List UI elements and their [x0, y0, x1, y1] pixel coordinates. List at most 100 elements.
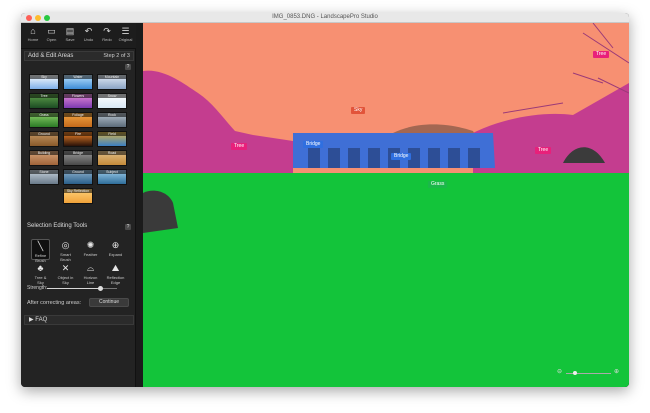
tool-label: Tree & Sky: [34, 275, 47, 285]
selection-tools-header: Selection Editing Tools: [24, 222, 134, 231]
tool-label: Horizon Line: [83, 275, 98, 285]
area-tile-label: Sky: [30, 75, 58, 79]
toolbar-redo-button[interactable]: ↷ Redo: [98, 25, 116, 47]
tool-reflection-edge[interactable]: ⛰ Reflection Edge: [106, 262, 125, 285]
tool-feather[interactable]: ✺ Feather: [81, 239, 100, 260]
area-tile-water[interactable]: Water: [63, 74, 93, 90]
layers-icon: ☰: [121, 26, 130, 36]
title-bar: IMG_0853.DNG - LandscapePro Studio: [21, 13, 629, 23]
area-tag-tree[interactable]: Tree: [231, 143, 248, 150]
grass-mask: [143, 173, 629, 387]
main-toolbar: ⌂ Home ▭ Open ▤ Save ↶ Undo ↷ Redo ☰ Original: [21, 23, 136, 49]
faq-section[interactable]: ▶ FAQ: [24, 315, 134, 325]
feather-icon: ✺: [86, 240, 95, 250]
zoom-control[interactable]: ⊖ ⊕: [557, 368, 623, 378]
area-tile-label: Stone: [30, 170, 58, 174]
toolbar-original-button[interactable]: ☰ Original: [117, 25, 135, 47]
smart-brush-icon: ◎: [61, 240, 70, 250]
area-tile-ground[interactable]: Ground: [29, 131, 59, 147]
strength-label: Strength:: [27, 285, 48, 291]
after-correcting-label: After correcting areas:: [27, 300, 82, 306]
area-tile-subject[interactable]: Subject: [97, 169, 127, 185]
photo-canvas[interactable]: Sky Tree Bridge Bridge Tree Tree Grass ⊖ ⊕: [143, 23, 629, 387]
step-indicator: Step 2 of 3: [103, 53, 130, 59]
strength-slider-knob[interactable]: [97, 286, 103, 291]
area-tile-ground[interactable]: Ground: [63, 169, 93, 185]
redo-icon: ↷: [103, 26, 111, 36]
tool-tree-sky[interactable]: ♣ Tree & Sky: [31, 262, 50, 285]
area-tile-tree[interactable]: Tree: [29, 93, 59, 109]
tool-label: Object in Sky: [57, 275, 74, 285]
undo-icon: ↶: [84, 26, 93, 36]
area-tag-bridge[interactable]: Bridge: [303, 141, 324, 148]
toolbar-label: Redo: [102, 37, 112, 42]
toolbar-label: Undo: [83, 37, 94, 42]
tree-sky-icon: ♣: [37, 263, 44, 273]
area-tile-label: Building: [30, 151, 58, 155]
area-tile-sky[interactable]: Sky: [29, 74, 59, 90]
area-tile-grass[interactable]: Grass: [29, 112, 59, 128]
area-tile-label: Foliage: [64, 113, 92, 117]
strength-slider-fill: [47, 288, 100, 289]
expand-icon: ⊕: [111, 240, 120, 250]
zoom-out-icon[interactable]: ⊖: [557, 368, 562, 375]
reflection-icon: ⛰: [111, 263, 120, 273]
brush-icon: ╲: [37, 241, 44, 251]
zoom-slider-knob[interactable]: [573, 371, 577, 375]
zoom-slider[interactable]: [566, 371, 611, 375]
area-tile-fire[interactable]: Fire: [63, 131, 93, 147]
continue-button[interactable]: Continue: [89, 298, 129, 307]
toolbar-label: Home: [27, 37, 39, 42]
toolbar-label: Original: [118, 37, 133, 42]
area-tile-field[interactable]: Field: [97, 131, 127, 147]
area-tile-label: Tree: [30, 94, 58, 98]
help-icon[interactable]: ?: [125, 224, 131, 230]
area-tile-label: Water: [64, 75, 92, 79]
strength-slider[interactable]: [47, 286, 117, 291]
tool-expand[interactable]: ⊕ Expand: [106, 239, 125, 260]
area-tile-mountain[interactable]: Mountain: [97, 74, 127, 90]
area-tile-label: Snow: [98, 94, 126, 98]
tool-smart-brush[interactable]: ◎ Smart Brush: [56, 239, 75, 262]
area-tile-label: Subject: [98, 170, 126, 174]
zoom-in-icon[interactable]: ⊕: [614, 368, 619, 375]
area-tile-label: Ground: [64, 170, 92, 174]
area-tag-grass[interactable]: Grass: [428, 181, 448, 188]
area-tile-label: Field: [98, 132, 126, 136]
toolbar-undo-button[interactable]: ↶ Undo: [80, 25, 98, 47]
toolbar-save-button[interactable]: ▤ Save: [61, 25, 79, 47]
area-tag-tree[interactable]: Tree: [593, 51, 610, 58]
tool-refine-brush[interactable]: ╲ Refine Brush: [31, 239, 50, 263]
area-tile-rock[interactable]: Rock: [97, 112, 127, 128]
area-tile-foliage[interactable]: Foliage: [63, 112, 93, 128]
area-tile-flowers[interactable]: Flowers: [63, 93, 93, 109]
toolbar-label: Save: [65, 37, 75, 42]
tool-label: Reflection Edge: [106, 275, 125, 285]
area-tile-label: Grass: [30, 113, 58, 117]
area-tile-bridge[interactable]: Bridge: [63, 150, 93, 166]
area-tile-label: Flowers: [64, 94, 92, 98]
tools-title: Selection Editing Tools: [27, 223, 88, 229]
area-tag-bridge[interactable]: Bridge: [391, 153, 412, 160]
toolbar-home-button[interactable]: ⌂ Home: [24, 25, 42, 47]
tool-horizon-line[interactable]: ⌓ Horizon Line: [81, 262, 100, 285]
tool-object-in-sky[interactable]: ✕ Object in Sky: [56, 262, 75, 285]
area-tile-snow[interactable]: Snow: [97, 93, 127, 109]
toolbar-open-button[interactable]: ▭ Open: [43, 25, 61, 47]
area-tile-stone[interactable]: Stone: [29, 169, 59, 185]
section-title: Add & Edit Areas: [28, 53, 74, 59]
area-tag-sky[interactable]: Sky: [351, 107, 366, 114]
area-tile-sky-reflection[interactable]: Sky Reflection: [63, 188, 93, 204]
open-icon: ▭: [47, 26, 56, 36]
area-tile-label: Ground: [30, 132, 58, 136]
app-window: IMG_0853.DNG - LandscapePro Studio ⌂ Home…: [21, 13, 629, 387]
help-icon[interactable]: ?: [125, 64, 131, 70]
add-edit-areas-header[interactable]: Add & Edit Areas Step 2 of 3: [24, 51, 134, 61]
window-title: IMG_0853.DNG - LandscapePro Studio: [272, 14, 378, 20]
area-tile-label: Mountain: [98, 75, 126, 79]
area-tile-road[interactable]: Road: [97, 150, 127, 166]
tool-label: Smart Brush: [60, 252, 71, 262]
home-icon: ⌂: [30, 26, 36, 36]
area-tag-tree[interactable]: Tree: [535, 147, 552, 154]
area-tile-building[interactable]: Building: [29, 150, 59, 166]
